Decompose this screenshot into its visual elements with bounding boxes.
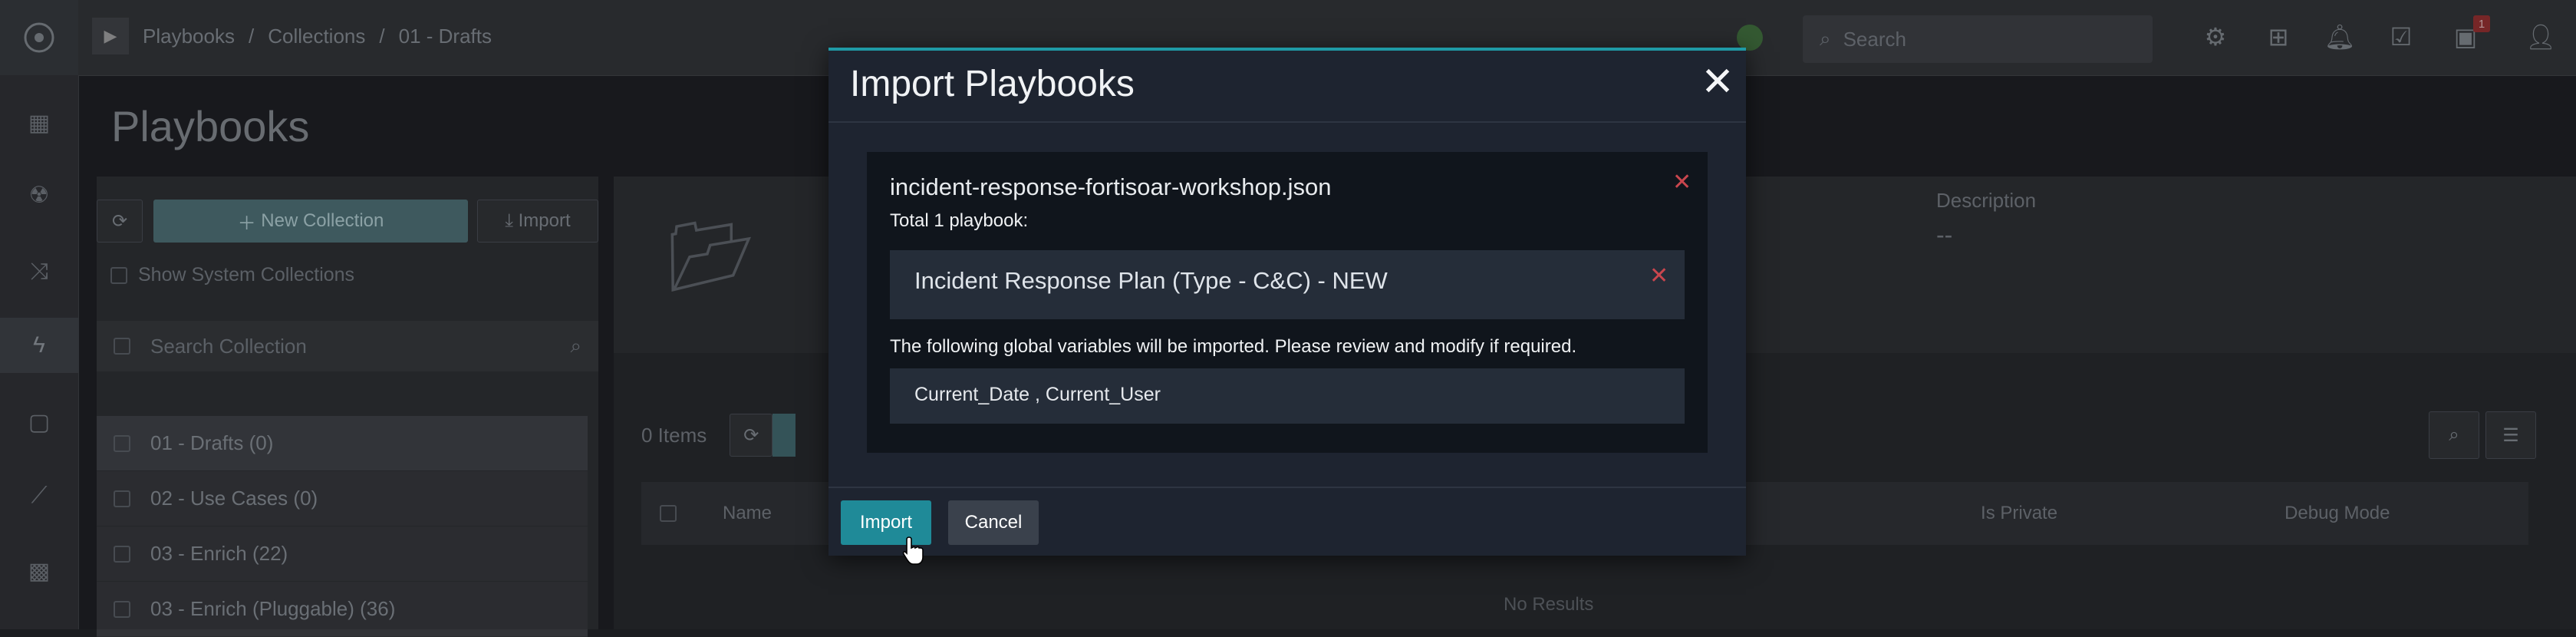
modal-footer: Import Cancel: [828, 487, 1746, 565]
global-variables-field[interactable]: Current_Date , Current_User: [890, 368, 1685, 424]
hand-cursor-icon: [902, 536, 924, 565]
remove-playbook-icon[interactable]: ✕: [1649, 262, 1668, 289]
file-name: incident-response-fortisoar-workshop.jso…: [890, 173, 1332, 200]
modal-title: Import Playbooks: [850, 64, 1135, 104]
import-playbooks-modal: Import Playbooks ✕ incident-response-for…: [828, 48, 1746, 565]
import-file-card: incident-response-fortisoar-workshop.jso…: [867, 152, 1708, 453]
remove-file-icon[interactable]: ✕: [1672, 169, 1692, 196]
playbook-total: Total 1 playbook:: [890, 210, 1029, 231]
close-icon[interactable]: ✕: [1698, 61, 1737, 103]
global-variables-note: The following global variables will be i…: [890, 336, 1577, 357]
modal-header: Import Playbooks ✕: [828, 51, 1746, 123]
global-variables-value: Current_Date , Current_User: [914, 384, 1161, 405]
playbook-item: Incident Response Plan (Type - C&C) - NE…: [890, 250, 1685, 319]
cancel-button[interactable]: Cancel: [948, 500, 1039, 545]
playbook-name: Incident Response Plan (Type - C&C) - NE…: [914, 267, 1388, 294]
